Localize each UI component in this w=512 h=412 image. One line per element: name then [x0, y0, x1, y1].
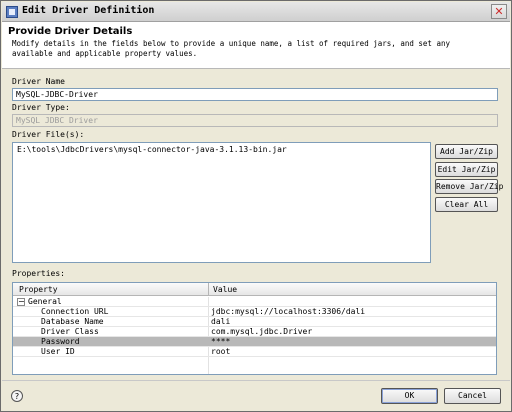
- edit-driver-dialog: Edit Driver Definition ✕ Provide Driver …: [0, 0, 512, 412]
- table-row[interactable]: Driver Class com.mysql.jdbc.Driver: [13, 327, 496, 337]
- table-row[interactable]: Connection URL jdbc:mysql://localhost:33…: [13, 307, 496, 317]
- properties-table[interactable]: Property Value − General Connection URL …: [12, 282, 497, 375]
- help-icon[interactable]: ?: [11, 390, 23, 402]
- driver-type-field: MySQL JDBC Driver: [12, 114, 498, 127]
- cancel-button[interactable]: Cancel: [444, 388, 501, 404]
- driver-files-list[interactable]: E:\tools\JdbcDrivers\mysql-connector-jav…: [12, 142, 431, 263]
- ok-button[interactable]: OK: [381, 388, 438, 404]
- table-row-group[interactable]: − General: [13, 297, 496, 307]
- column-separator: [208, 283, 209, 296]
- dialog-header: Provide Driver Details Modify details in…: [2, 22, 510, 69]
- title-bar[interactable]: Edit Driver Definition ✕: [2, 2, 510, 22]
- header-description: Modify details in the fields below to pr…: [12, 39, 450, 58]
- property-value[interactable]: dali: [211, 317, 230, 327]
- driver-type-label: Driver Type:: [12, 103, 70, 112]
- add-jar-button[interactable]: Add Jar/Zip: [435, 144, 498, 159]
- driver-files-label: Driver File(s):: [12, 130, 85, 139]
- edit-jar-button[interactable]: Edit Jar/Zip: [435, 162, 498, 177]
- property-value[interactable]: com.mysql.jdbc.Driver: [211, 327, 312, 337]
- group-label: General: [28, 297, 62, 306]
- header-title: Provide Driver Details: [8, 26, 133, 37]
- driver-file-item[interactable]: E:\tools\JdbcDrivers\mysql-connector-jav…: [17, 145, 426, 154]
- footer-divider: [2, 380, 510, 381]
- close-button[interactable]: ✕: [491, 4, 507, 19]
- property-name: Password: [41, 337, 80, 346]
- remove-jar-button[interactable]: Remove Jar/Zip: [435, 179, 503, 194]
- property-name: Driver Class: [41, 327, 99, 336]
- table-row-selected[interactable]: Password ****: [13, 337, 496, 347]
- property-name: Database Name: [41, 317, 104, 326]
- column-header-property[interactable]: Property: [19, 285, 58, 294]
- table-row[interactable]: Database Name dali: [13, 317, 496, 327]
- property-name: User ID: [41, 347, 75, 356]
- driver-name-label: Driver Name: [12, 77, 65, 86]
- properties-label: Properties:: [12, 269, 65, 278]
- table-row[interactable]: User ID root: [13, 347, 496, 357]
- property-value[interactable]: root: [211, 347, 230, 357]
- property-value[interactable]: jdbc:mysql://localhost:3306/dali: [211, 307, 365, 317]
- window-title: Edit Driver Definition: [22, 5, 155, 16]
- dialog-icon: [6, 6, 18, 18]
- property-value[interactable]: ****: [211, 337, 230, 347]
- column-header-value[interactable]: Value: [213, 285, 237, 294]
- table-header: Property Value: [13, 283, 496, 296]
- clear-all-button[interactable]: Clear All: [435, 197, 498, 212]
- property-name: Connection URL: [41, 307, 109, 316]
- collapse-icon[interactable]: −: [17, 298, 25, 306]
- close-icon: ✕: [494, 5, 504, 18]
- driver-name-input[interactable]: MySQL-JDBC-Driver: [12, 88, 498, 101]
